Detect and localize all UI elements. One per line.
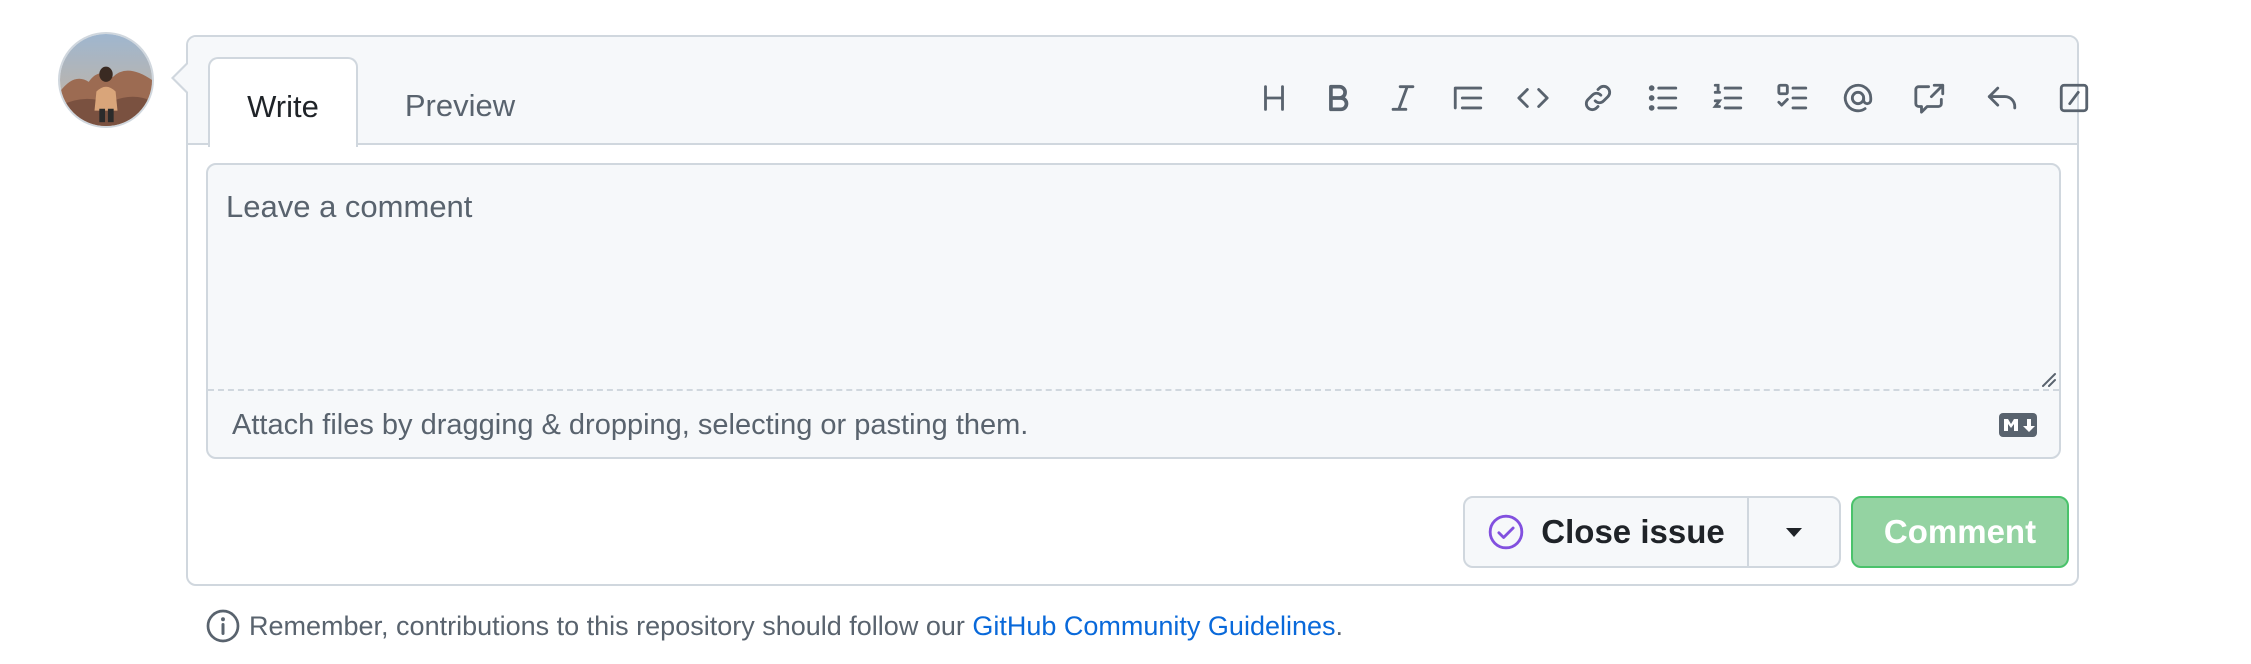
cross-reference-icon[interactable] [1910, 78, 1950, 118]
comment-editor: Attach files by dragging & dropping, sel… [206, 163, 2061, 459]
tab-write-label: Write [247, 89, 319, 124]
close-issue-label: Close issue [1541, 513, 1725, 550]
check-circle-icon [1489, 514, 1524, 550]
guidelines-text: Remember, contributions to this reposito… [249, 610, 965, 641]
quote-icon[interactable] [1448, 78, 1488, 118]
heading-icon[interactable] [1254, 78, 1294, 118]
avatar[interactable] [58, 32, 154, 128]
comment-button-label: Comment [1883, 513, 2037, 550]
markdown-icon[interactable] [1999, 413, 2037, 437]
italic-icon[interactable] [1383, 78, 1423, 118]
info-icon [206, 609, 240, 643]
attach-files-text: Attach files by dragging & dropping, sel… [232, 409, 1029, 441]
slash-command-icon[interactable] [2054, 78, 2094, 118]
tab-preview-label: Preview [404, 88, 516, 123]
comment-textarea[interactable] [208, 165, 2059, 389]
code-icon[interactable] [1513, 78, 1553, 118]
close-issue-button[interactable]: Close issue [1465, 498, 1749, 566]
close-issue-button-group: Close issue [1463, 496, 1841, 568]
bold-icon[interactable] [1318, 78, 1358, 118]
card-pointer-fill [174, 64, 188, 92]
mention-icon[interactable] [1838, 78, 1878, 118]
saved-reply-icon[interactable] [1982, 78, 2022, 118]
comment-button[interactable]: Comment [1851, 496, 2069, 568]
community-guidelines-link[interactable]: GitHub Community Guidelines [972, 611, 1335, 642]
unordered-list-icon[interactable] [1643, 78, 1683, 118]
triangle-down-icon [1786, 528, 1802, 537]
tab-preview[interactable]: Preview [360, 57, 560, 147]
link-icon[interactable] [1578, 78, 1618, 118]
task-list-icon[interactable] [1773, 78, 1813, 118]
close-issue-dropdown-button[interactable] [1749, 498, 1839, 566]
avatar-image [60, 34, 152, 126]
ordered-list-icon[interactable] [1708, 78, 1748, 118]
tab-write[interactable]: Write [208, 57, 358, 147]
contribution-guidelines-note: Remember, contributions to this reposito… [205, 608, 1343, 644]
resize-handle-icon[interactable] [2039, 370, 2057, 388]
file-attachment-area[interactable]: Attach files by dragging & dropping, sel… [208, 389, 2059, 459]
guidelines-suffix: . [1335, 610, 1344, 641]
